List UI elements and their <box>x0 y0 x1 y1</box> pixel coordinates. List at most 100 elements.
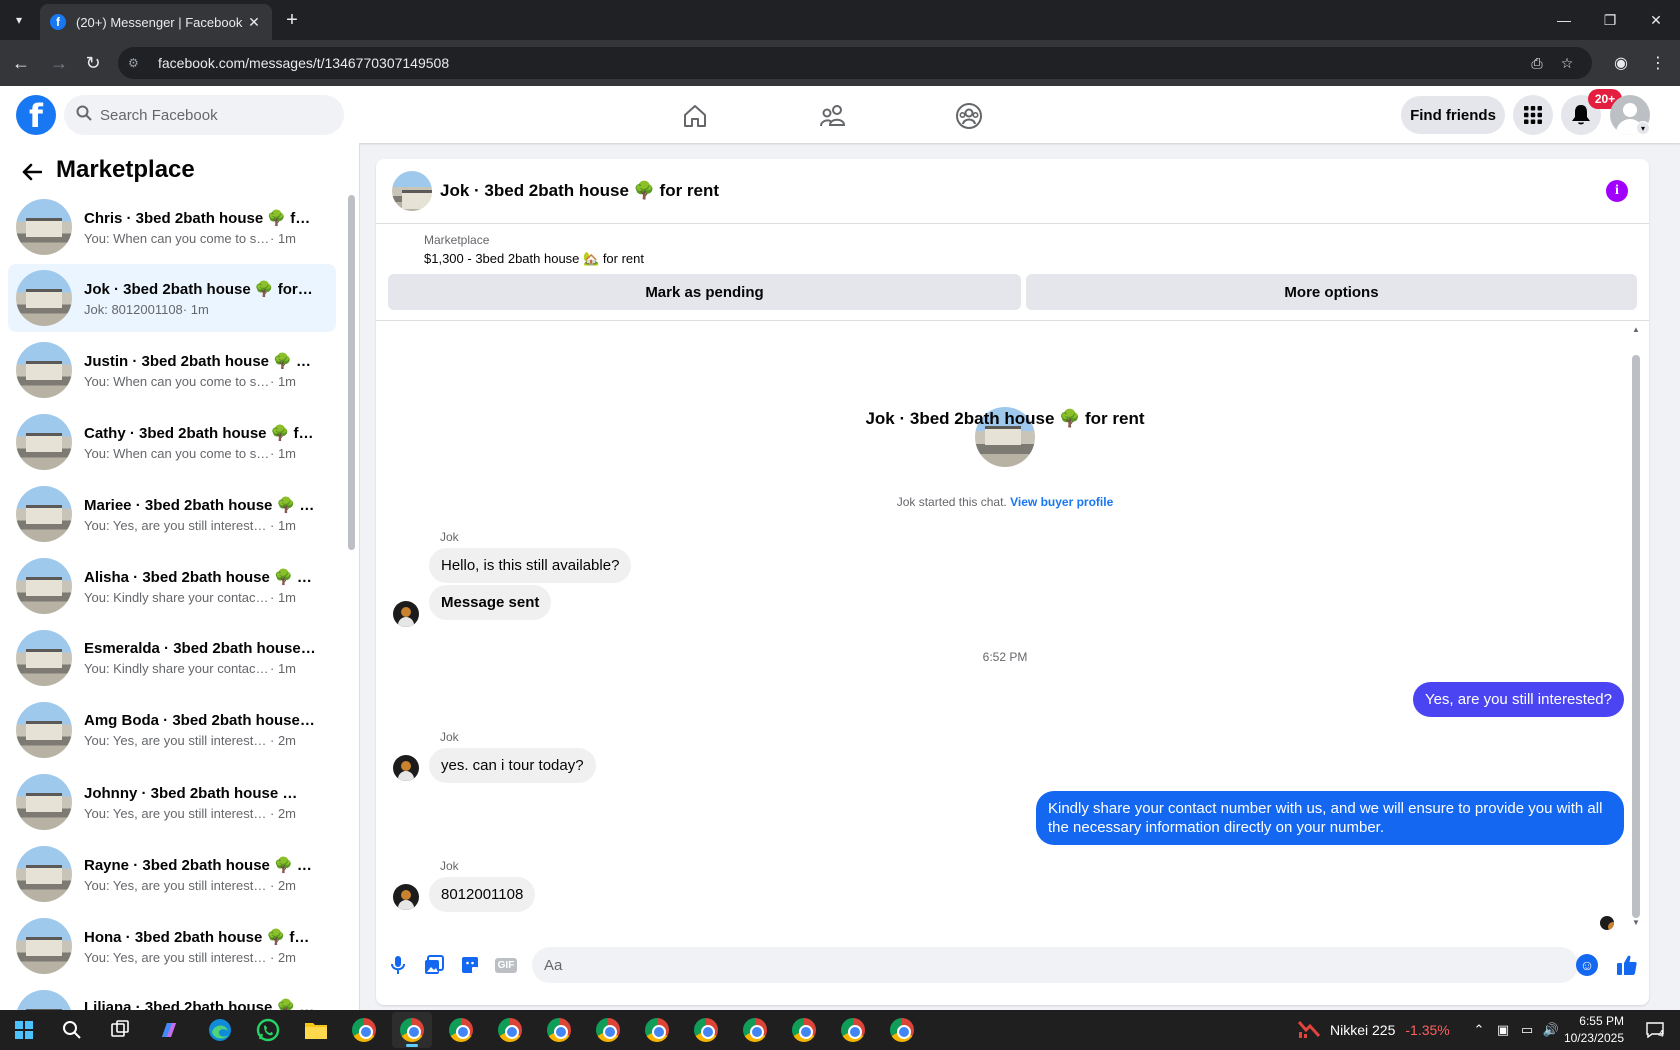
minimize-icon[interactable]: — <box>1544 6 1584 34</box>
outgoing-message[interactable]: Kindly share your contact number with us… <box>1036 791 1624 845</box>
url-text: facebook.com/messages/t/1346770307149508 <box>158 55 450 71</box>
conversation-item[interactable]: Liliana · 3bed 2bath house 🌳 fo... <box>8 984 336 1010</box>
emoji-icon[interactable]: ☺ <box>1576 954 1598 976</box>
chat-scrollbar[interactable] <box>1632 355 1640 918</box>
conversation-item-active[interactable]: Jok · 3bed 2bath house 🌳 for re... Jok: … <box>8 264 336 332</box>
conversation-item[interactable]: Amg Boda · 3bed 2bath house ... You: Yes… <box>8 696 336 764</box>
site-info-icon[interactable]: ⚙ <box>128 56 148 70</box>
window-close-icon[interactable]: ✕ <box>1636 6 1676 34</box>
meet-now-icon[interactable]: ▣ <box>1492 1018 1514 1042</box>
conversation-time: · 1m <box>270 373 296 389</box>
conversation-item[interactable]: Chris · 3bed 2bath house 🌳 for ... You: … <box>8 193 336 261</box>
conversation-info-icon[interactable]: i <box>1606 180 1628 202</box>
tab-close-icon[interactable]: ✕ <box>246 14 262 31</box>
chrome-taskbar-icon-active[interactable] <box>392 1012 432 1048</box>
sender-name: Jok <box>440 530 459 544</box>
search-placeholder: Search Facebook <box>100 106 218 124</box>
file-explorer-icon[interactable] <box>296 1012 336 1048</box>
sender-avatar[interactable] <box>393 755 419 781</box>
chrome-taskbar-icon[interactable] <box>441 1012 481 1048</box>
conversation-item[interactable]: Justin · 3bed 2bath house 🌳 for... You: … <box>8 336 336 404</box>
conversation-item[interactable]: Johnny · 3bed 2bath house 🌳 f... You: Ye… <box>8 768 336 836</box>
more-options-button[interactable]: More options <box>1026 274 1637 310</box>
sidebar-scrollbar[interactable] <box>348 195 355 550</box>
incoming-message[interactable]: yes. can i tour today? <box>429 748 596 783</box>
chrome-taskbar-icon[interactable] <box>784 1012 824 1048</box>
edge-browser-icon[interactable] <box>200 1012 240 1048</box>
chrome-taskbar-icon[interactable] <box>833 1012 873 1048</box>
incoming-message[interactable]: 8012001108 <box>429 877 536 912</box>
groups-nav-icon[interactable] <box>914 96 1024 136</box>
gif-icon[interactable]: GIF <box>493 952 519 978</box>
profile-icon[interactable]: ◉ <box>1606 48 1636 78</box>
forward-arrow-icon[interactable]: → <box>44 48 74 78</box>
install-app-icon[interactable]: ⎙ <box>1522 55 1552 72</box>
thumbs-up-like-icon[interactable] <box>1614 952 1640 978</box>
back-arrow-icon[interactable]: ← <box>6 48 36 78</box>
browser-menu-icon[interactable]: ⋮ <box>1643 48 1673 78</box>
chrome-taskbar-icon[interactable] <box>490 1012 530 1048</box>
chrome-taskbar-icon[interactable] <box>637 1012 677 1048</box>
sender-avatar[interactable] <box>393 601 419 627</box>
view-buyer-profile-link[interactable]: View buyer profile <box>1010 495 1113 509</box>
scroll-up-arrow-icon[interactable]: ▲ <box>1632 325 1640 334</box>
conversation-time: · 2m <box>270 805 296 821</box>
menu-grid-icon[interactable] <box>1513 95 1553 135</box>
microphone-icon[interactable] <box>385 952 411 978</box>
conversation-item[interactable]: Mariee · 3bed 2bath house 🌳 f... You: Ye… <box>8 480 336 548</box>
reload-icon[interactable]: ↻ <box>78 48 108 78</box>
find-friends-button[interactable]: Find friends <box>1401 96 1505 134</box>
incoming-message[interactable]: Message sent <box>429 585 552 620</box>
back-arrow-icon[interactable] <box>18 158 46 186</box>
search-icon[interactable] <box>52 1012 92 1048</box>
stock-widget[interactable]: Nikkei 225 -1.35% <box>1297 1018 1450 1042</box>
listing-thumbnail <box>16 558 72 614</box>
chrome-taskbar-icon[interactable] <box>344 1012 384 1048</box>
network-icon[interactable]: ▭ <box>1516 1018 1538 1042</box>
friends-nav-icon[interactable] <box>778 96 888 136</box>
restore-icon[interactable]: ❐ <box>1590 6 1630 34</box>
task-view-icon[interactable] <box>100 1012 140 1048</box>
copilot-icon[interactable] <box>149 1012 189 1048</box>
conversation-item[interactable]: Alisha · 3bed 2bath house 🌳 fo... You: K… <box>8 552 336 620</box>
chat-title[interactable]: Jok · 3bed 2bath house 🌳 for rent <box>440 181 719 201</box>
notification-center-icon[interactable]: 4 <box>1640 1018 1670 1042</box>
chrome-taskbar-icon[interactable] <box>882 1012 922 1048</box>
account-chevron-down-icon[interactable]: ▾ <box>1636 121 1650 135</box>
home-nav-icon[interactable] <box>640 96 750 136</box>
conversation-item[interactable]: Esmeralda · 3bed 2bath house ... You: Ki… <box>8 624 336 692</box>
facebook-logo-icon[interactable]: f <box>16 95 56 135</box>
chrome-taskbar-icon[interactable] <box>686 1012 726 1048</box>
conversation-item[interactable]: Hona · 3bed 2bath house 🌳 for... You: Ye… <box>8 912 336 980</box>
new-tab-button[interactable]: + <box>280 8 304 32</box>
system-clock[interactable]: 6:55 PM 10/23/2025 <box>1550 1013 1624 1047</box>
photo-attach-icon[interactable] <box>421 952 447 978</box>
sender-avatar[interactable] <box>393 884 419 910</box>
sticker-icon[interactable] <box>457 952 483 978</box>
message-timestamp: 6:52 PM <box>982 650 1028 664</box>
conversation-item[interactable]: Cathy · 3bed 2bath house 🌳 for... You: W… <box>8 408 336 476</box>
conversation-item[interactable]: Rayne · 3bed 2bath house 🌳 fo... You: Ye… <box>8 840 336 908</box>
search-input[interactable]: Search Facebook <box>64 95 344 135</box>
browser-tab[interactable]: f (20+) Messenger | Facebook ✕ <box>40 4 272 40</box>
whatsapp-icon[interactable] <box>248 1012 288 1048</box>
outgoing-message[interactable]: Yes, are you still interested? <box>1412 682 1624 717</box>
mark-as-pending-button[interactable]: Mark as pending <box>388 274 1021 310</box>
chrome-taskbar-icon[interactable] <box>735 1012 775 1048</box>
notification-count: 4 <box>1658 1028 1664 1040</box>
conversation-preview: You: Yes, are you still interested? <box>84 733 270 748</box>
url-bar[interactable]: ⚙ facebook.com/messages/t/13467703071495… <box>118 47 1592 79</box>
scroll-down-arrow-icon[interactable]: ▼ <box>1632 918 1640 927</box>
incoming-message[interactable]: Hello, is this still available? <box>429 548 632 583</box>
chat-header-thumbnail[interactable] <box>392 171 432 211</box>
message-input[interactable]: Aa <box>532 947 1578 983</box>
tab-search-icon[interactable]: ▾ <box>6 8 32 32</box>
chrome-taskbar-icon[interactable] <box>588 1012 628 1048</box>
bookmark-star-icon[interactable]: ☆ <box>1552 55 1582 72</box>
chrome-taskbar-icon[interactable] <box>539 1012 579 1048</box>
sidebar-title: Marketplace <box>56 156 195 183</box>
tray-chevron-up-icon[interactable]: ⌃ <box>1468 1018 1490 1042</box>
listing-summary[interactable]: $1,300 - 3bed 2bath house 🏡 for rent <box>424 251 644 267</box>
start-windows-icon[interactable] <box>4 1012 44 1048</box>
conversation-time: · 2m <box>270 733 296 748</box>
